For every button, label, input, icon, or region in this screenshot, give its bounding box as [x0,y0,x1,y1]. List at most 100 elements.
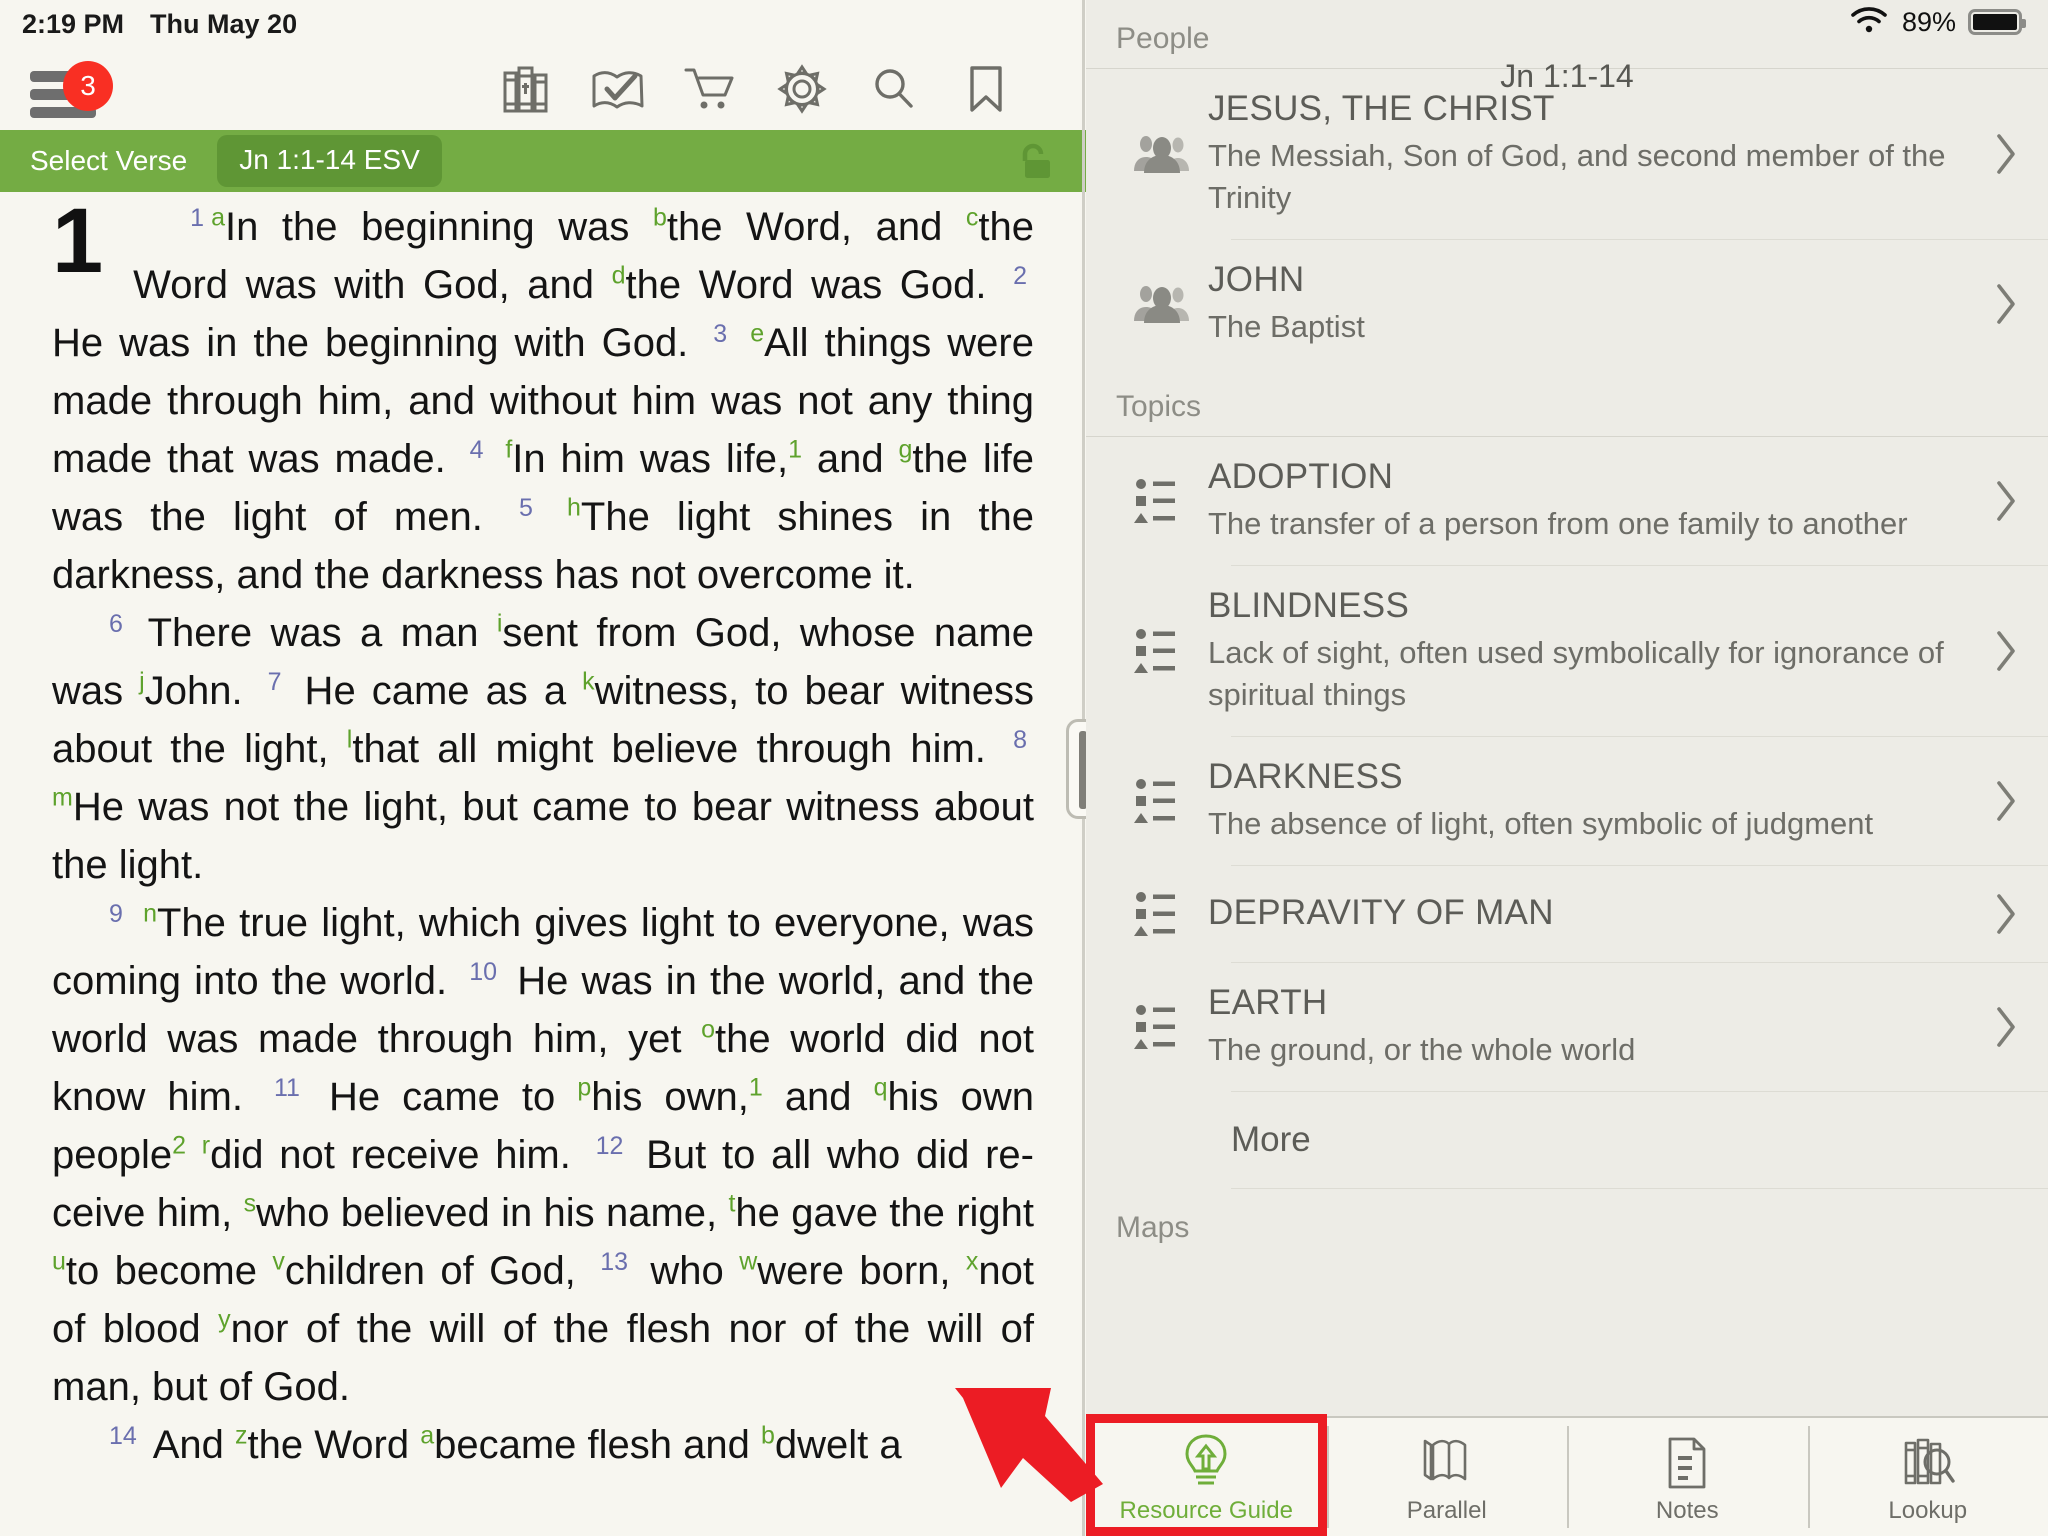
tab-notes[interactable]: Notes [1567,1418,1808,1536]
search-icon[interactable] [848,48,940,130]
settings-gear-icon[interactable] [756,48,848,130]
cross-ref-marker[interactable]: a [211,204,225,232]
row-subtitle: The absence of light, often symbolic of … [1208,806,1874,841]
cross-ref-marker[interactable]: z [235,1422,248,1450]
cross-ref-marker[interactable]: d [612,262,626,290]
row-title: DARKNESS [1208,757,1403,796]
cross-ref-marker[interactable]: o [701,1016,715,1044]
unlocked-padlock-icon[interactable] [1012,142,1056,187]
chevron-right-icon[interactable] [1984,479,2028,523]
verse-number: 11 [273,1073,300,1102]
tab-lookup[interactable]: Lookup [1807,1418,2048,1536]
cross-ref-marker[interactable]: y [218,1306,231,1334]
tab-resource-guide[interactable]: Resource Guide [1086,1414,1327,1536]
cross-ref-marker[interactable]: j [139,668,145,696]
bookmark-icon[interactable] [940,48,1032,130]
divider [1807,1426,1810,1528]
chevron-right-icon[interactable] [1984,629,2028,673]
cross-ref-marker[interactable]: e [750,320,764,348]
verse-number: 13 [600,1247,629,1276]
cross-ref-marker[interactable]: k [582,668,595,696]
top-toolbar: 3 [0,48,1086,130]
resource-row-jesus[interactable]: JESUS, THE CHRIST The Messiah, Son of Go… [1086,69,2048,239]
cross-ref-marker[interactable]: x [966,1248,979,1276]
verse-number: 9 [109,899,123,928]
cross-ref-marker[interactable]: b [761,1422,775,1450]
cross-ref-marker[interactable]: f [505,436,512,464]
cross-ref-marker[interactable]: w [739,1248,757,1276]
people-group-icon [1116,131,1208,177]
cross-ref-marker[interactable]: s [244,1190,257,1218]
notification-badge: 3 [63,61,113,111]
footnote-marker[interactable]: 1 [749,1074,763,1102]
row-title: BLINDNESS [1208,586,1410,625]
verse-reference-chip[interactable]: Jn 1:1-14 ESV [217,135,442,187]
hamburger-menu-icon[interactable]: 3 [30,61,113,118]
resource-row-john[interactable]: JOHN The Baptist [1086,240,2048,368]
wifi-icon [1850,6,1888,39]
cross-ref-marker[interactable]: v [272,1248,285,1276]
verse-number: 5 [518,493,533,522]
section-header-topics: Topics [1116,390,1202,423]
tab-parallel[interactable]: Parallel [1326,1418,1568,1536]
row-text: ADOPTION The transfer of a person from o… [1208,437,1984,565]
bottom-tab-bar: Resource Guide Parallel Notes Lookup [1086,1414,2048,1536]
resource-guide-pane: 89% Jn 1:1-14 People JESUS, THE CHRIST T… [1086,0,2048,1536]
row-subtitle: The ground, or the whole world [1208,1032,1636,1067]
library-icon[interactable] [480,48,572,130]
chevron-right-icon[interactable] [1984,892,2028,936]
footnote-marker[interactable]: 2 [172,1132,186,1160]
cross-ref-marker[interactable]: t [728,1190,735,1218]
chapter-number: 1 [52,192,104,292]
pane-resize-handle[interactable] [1066,719,1086,819]
cross-ref-marker[interactable]: c [966,204,979,232]
verse-number: 4 [469,435,484,464]
verse-number: 12 [595,1131,624,1160]
cross-ref-marker[interactable]: h [567,494,581,522]
toolbar-icon-group [480,48,1086,130]
bible-reader-pane: 2:19 PM Thu May 20 3 Select Verse Jn 1:1… [0,0,1086,1536]
footnote-marker[interactable]: 1 [788,436,802,464]
resource-row-blindness[interactable]: BLINDNESS Lack of sight, often used symb… [1086,566,2048,736]
bible-text-body[interactable]: 1 1 aIn the beginning was bthe Word, and c… [0,192,1086,1536]
cross-ref-marker[interactable]: n [143,900,157,928]
resource-row-adoption[interactable]: ADOPTION The transfer of a person from o… [1086,437,2048,565]
select-verse-label: Select Verse [30,145,188,176]
cross-ref-marker[interactable]: q [874,1074,888,1102]
cross-ref-marker[interactable]: g [898,436,912,464]
section-header-maps: Maps [1116,1211,1190,1244]
battery-icon [1968,9,2026,35]
tab-label: Parallel [1406,1497,1487,1524]
resource-row-darkness[interactable]: DARKNESS The absence of light, often sym… [1086,737,2048,865]
app-screen: 2:19 PM Thu May 20 3 Select Verse Jn 1:1… [0,0,2048,1536]
chevron-right-icon[interactable] [1984,282,2028,326]
cross-ref-marker[interactable]: l [347,726,353,754]
people-group-icon [1116,281,1208,327]
row-title: DEPRAVITY OF MAN [1208,893,1554,932]
note-document-icon [1664,1429,1710,1491]
resource-row-earth[interactable]: EARTH The ground, or the whole world [1086,963,2048,1091]
row-text: EARTH The ground, or the whole world [1208,963,1984,1091]
resource-row-depravity-of-man[interactable]: DEPRAVITY OF MAN [1086,866,2048,962]
cross-ref-marker[interactable]: m [52,784,73,812]
chevron-right-icon[interactable] [1984,132,2028,176]
cross-ref-marker[interactable]: r [202,1132,210,1160]
chevron-right-icon[interactable] [1984,1005,2028,1049]
store-cart-icon[interactable] [664,48,756,130]
cross-ref-marker[interactable]: u [52,1248,66,1276]
row-title: JESUS, THE CHRIST [1208,89,1555,128]
right-status-bar: 89% [1086,0,2048,44]
cross-ref-marker[interactable]: i [497,610,503,638]
more-label: More [1231,1120,1311,1159]
topic-list-icon [1116,888,1208,940]
row-text: JOHN The Baptist [1208,240,1984,368]
cross-ref-marker[interactable]: b [653,204,667,232]
cross-ref-marker[interactable]: p [577,1074,591,1102]
topics-more-button[interactable]: More [1086,1092,2048,1188]
topic-list-icon [1116,475,1208,527]
lightbulb-arrow-icon [1180,1429,1232,1491]
cross-ref-marker[interactable]: a [420,1422,434,1450]
row-title: JOHN [1208,260,1305,299]
chevron-right-icon[interactable] [1984,779,2028,823]
reading-plan-icon[interactable] [572,48,664,130]
